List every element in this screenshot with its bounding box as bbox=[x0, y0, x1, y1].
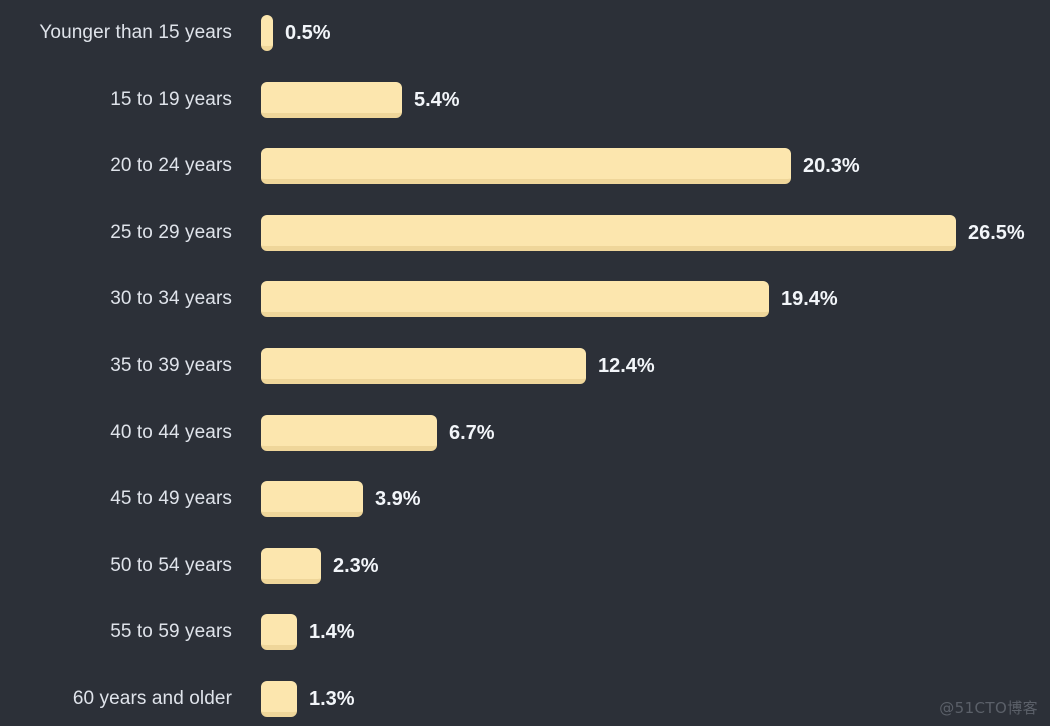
bar-row: 60 years and older 1.3% bbox=[0, 677, 1050, 721]
bar[interactable] bbox=[261, 481, 363, 518]
bar-wrapper: 5.4% bbox=[261, 78, 460, 122]
bar-row: 45 to 49 years 3.9% bbox=[0, 477, 1050, 521]
category-label: 40 to 44 years bbox=[110, 421, 232, 443]
bar-value-label: 5.4% bbox=[414, 88, 460, 111]
bar-wrapper: 19.4% bbox=[261, 277, 838, 321]
bar-row: 50 to 54 years 2.3% bbox=[0, 544, 1050, 588]
category-label: Younger than 15 years bbox=[39, 22, 232, 43]
bar-wrapper: 26.5% bbox=[261, 211, 1025, 255]
bar[interactable] bbox=[261, 214, 956, 251]
bar-row: 55 to 59 years 1.4% bbox=[0, 610, 1050, 654]
category-label: 20 to 24 years bbox=[110, 155, 232, 177]
bar[interactable] bbox=[261, 148, 791, 185]
watermark: @51CTO博客 bbox=[939, 699, 1038, 717]
bar[interactable] bbox=[261, 547, 321, 584]
category-label: 25 to 29 years bbox=[110, 221, 232, 243]
bar-row: 25 to 29 years 26.5% bbox=[0, 211, 1050, 255]
category-label: 50 to 54 years bbox=[110, 554, 232, 576]
category-label: 60 years and older bbox=[72, 688, 232, 709]
bar[interactable] bbox=[261, 614, 297, 651]
bar-wrapper: 12.4% bbox=[261, 344, 655, 388]
bar-value-label: 3.9% bbox=[375, 488, 421, 511]
bar-row: 35 to 39 years 12.4% bbox=[0, 344, 1050, 388]
bar-wrapper: 3.9% bbox=[261, 477, 421, 521]
bar[interactable] bbox=[261, 15, 273, 51]
bar-wrapper: 6.7% bbox=[261, 411, 495, 455]
bar[interactable] bbox=[261, 681, 297, 717]
bar-value-label: 1.3% bbox=[309, 688, 355, 710]
bar-value-label: 0.5% bbox=[285, 22, 331, 44]
category-label: 15 to 19 years bbox=[110, 88, 232, 110]
bar-wrapper: 2.3% bbox=[261, 544, 379, 588]
bar[interactable] bbox=[261, 348, 586, 384]
bar-row: 30 to 34 years 19.4% bbox=[0, 277, 1050, 321]
bar-rows-container: Younger than 15 years 0.5% 15 to 19 years 5… bbox=[0, 0, 1050, 726]
category-label: 45 to 49 years bbox=[110, 488, 232, 510]
bar-wrapper: 1.3% bbox=[261, 677, 355, 721]
bar[interactable] bbox=[261, 414, 437, 451]
category-label: 55 to 59 years bbox=[110, 621, 232, 643]
bar-value-label: 2.3% bbox=[333, 554, 379, 577]
bar[interactable] bbox=[261, 81, 402, 118]
bar-row: 20 to 24 years 20.3% bbox=[0, 144, 1050, 188]
bar[interactable] bbox=[261, 281, 769, 318]
bar-value-label: 1.4% bbox=[309, 621, 355, 644]
bar-row: Younger than 15 years 0.5% bbox=[0, 11, 1050, 55]
bar-value-label: 26.5% bbox=[968, 221, 1025, 244]
bar-row: 15 to 19 years 5.4% bbox=[0, 78, 1050, 122]
bar-value-label: 20.3% bbox=[803, 155, 860, 178]
bar-wrapper: 20.3% bbox=[261, 144, 860, 188]
bar-wrapper: 1.4% bbox=[261, 610, 355, 654]
bar-value-label: 12.4% bbox=[598, 355, 655, 377]
bar-row: 40 to 44 years 6.7% bbox=[0, 411, 1050, 455]
category-label: 30 to 34 years bbox=[110, 288, 232, 310]
bar-value-label: 19.4% bbox=[781, 288, 838, 311]
bar-value-label: 6.7% bbox=[449, 421, 495, 444]
bar-wrapper: 0.5% bbox=[261, 11, 331, 55]
bar-chart: Younger than 15 years 0.5% 15 to 19 years 5… bbox=[0, 0, 1050, 726]
category-label: 35 to 39 years bbox=[110, 355, 232, 376]
